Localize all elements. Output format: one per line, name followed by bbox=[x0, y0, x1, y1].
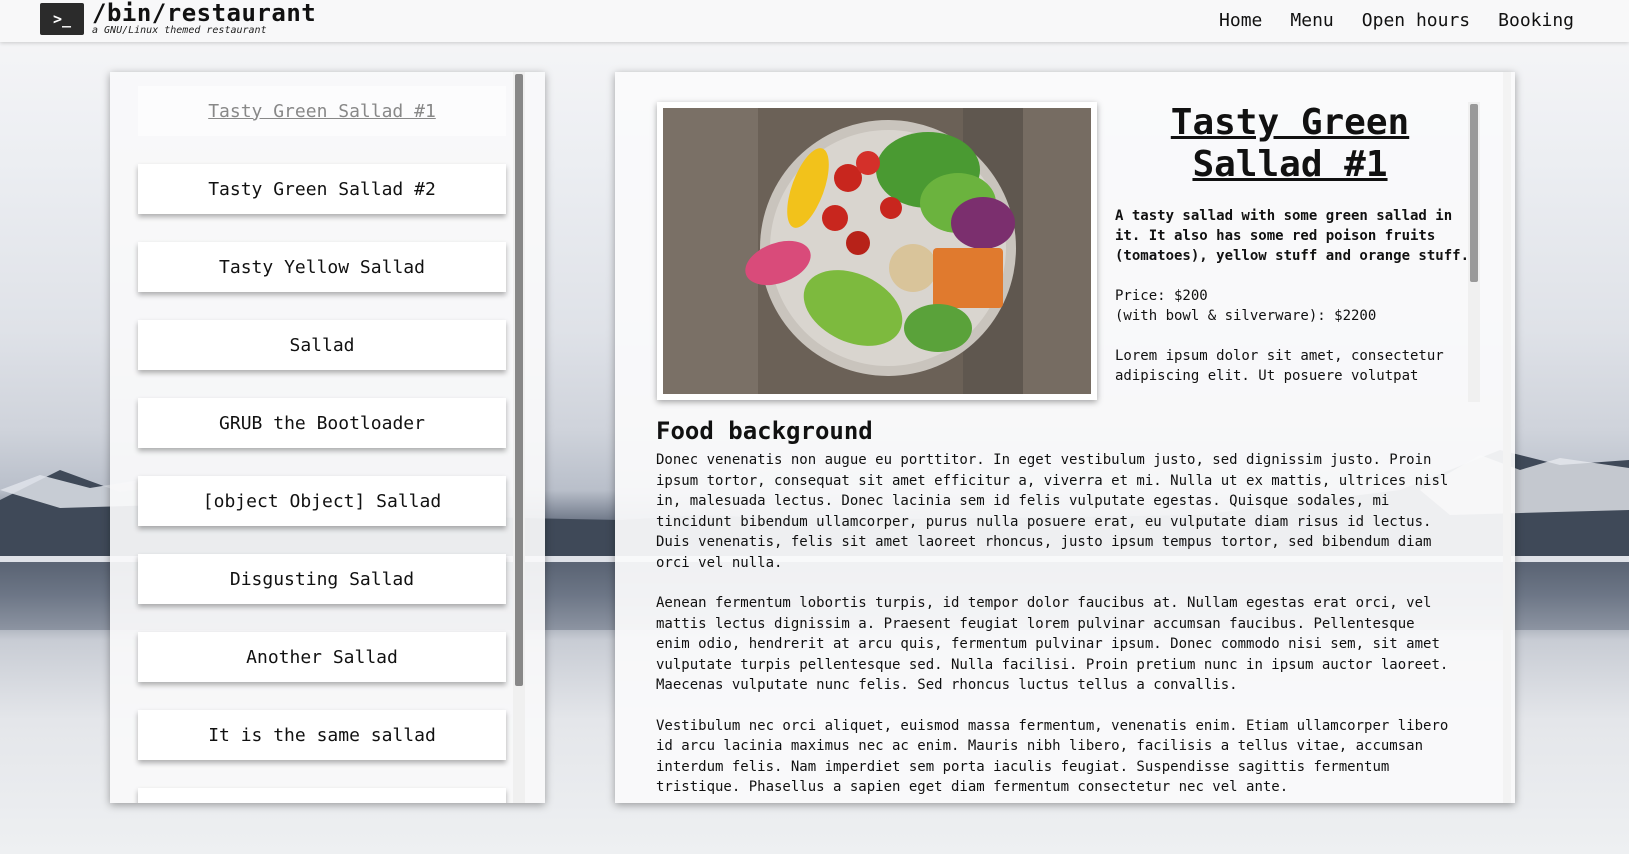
menu-item[interactable]: Tasty Yellow Sallad bbox=[138, 242, 506, 292]
menu-item[interactable]: Sallad bbox=[138, 320, 506, 370]
dish-info-scrollbar[interactable] bbox=[1468, 102, 1480, 402]
food-background-text: Donec venenatis non augue eu porttitor. … bbox=[656, 450, 1456, 803]
menu-scrollbar[interactable] bbox=[513, 72, 525, 803]
menu-item[interactable]: It is the same sallad bbox=[138, 710, 506, 760]
menu-list: Tasty Green Sallad #1 Tasty Green Sallad… bbox=[138, 86, 506, 803]
menu-item[interactable]: Another Sallad bbox=[138, 632, 506, 682]
menu-item[interactable]: Disgusting Sallad bbox=[138, 554, 506, 604]
detail-scrollbar[interactable] bbox=[1503, 72, 1511, 803]
dish-extra-text: Lorem ipsum dolor sit amet, consectetur … bbox=[1115, 348, 1444, 384]
menu-item-active[interactable]: Tasty Green Sallad #1 bbox=[138, 86, 506, 136]
site-tagline: a GNU/Linux themed restaurant bbox=[92, 25, 267, 36]
nav-open-hours-link[interactable]: Open hours bbox=[1362, 10, 1470, 31]
nav-menu-link[interactable]: Menu bbox=[1290, 10, 1333, 31]
menu-item-partial[interactable] bbox=[138, 788, 506, 803]
menu-item[interactable]: Tasty Green Sallad #2 bbox=[138, 164, 506, 214]
menu-item[interactable]: GRUB the Bootloader bbox=[138, 398, 506, 448]
dish-detail-panel: Tasty Green Sallad #1 A tasty sallad wit… bbox=[615, 72, 1515, 803]
dish-description: A tasty sallad with some green sallad in… bbox=[1115, 208, 1470, 264]
menu-scrollbar-thumb[interactable] bbox=[515, 74, 523, 686]
salad-bowl-image bbox=[657, 102, 1097, 400]
salad-bowl-photo-icon bbox=[663, 108, 1091, 394]
dish-title: Tasty Green Sallad #1 bbox=[1170, 102, 1410, 185]
nav-home-link[interactable]: Home bbox=[1219, 10, 1262, 31]
background-paragraph: Vestibulum nec orci aliquet, euismod mas… bbox=[656, 717, 1449, 796]
dish-price-with-bowl: (with bowl & silverware): $2200 bbox=[1115, 308, 1377, 324]
site-header: >_ /bin/restaurant a GNU/Linux themed re… bbox=[0, 0, 1629, 42]
background-paragraph: Aenean fermentum lobortis turpis, id tem… bbox=[656, 595, 1449, 693]
dish-price: Price: $200 bbox=[1115, 288, 1208, 304]
dish-info: Tasty Green Sallad #1 A tasty sallad wit… bbox=[1115, 96, 1475, 476]
terminal-logo-icon[interactable]: >_ bbox=[40, 3, 84, 35]
background-paragraph: Donec venenatis non augue eu porttitor. … bbox=[656, 452, 1449, 571]
main-nav: Home Menu Open hours Booking bbox=[1219, 10, 1574, 31]
site-title[interactable]: /bin/restaurant bbox=[92, 0, 316, 27]
nav-booking-link[interactable]: Booking bbox=[1498, 10, 1574, 31]
menu-list-panel: Tasty Green Sallad #1 Tasty Green Sallad… bbox=[110, 72, 545, 803]
menu-item[interactable]: [object Object] Sallad bbox=[138, 476, 506, 526]
food-background-heading: Food background bbox=[656, 417, 873, 445]
dish-info-scrollbar-thumb[interactable] bbox=[1470, 104, 1478, 282]
